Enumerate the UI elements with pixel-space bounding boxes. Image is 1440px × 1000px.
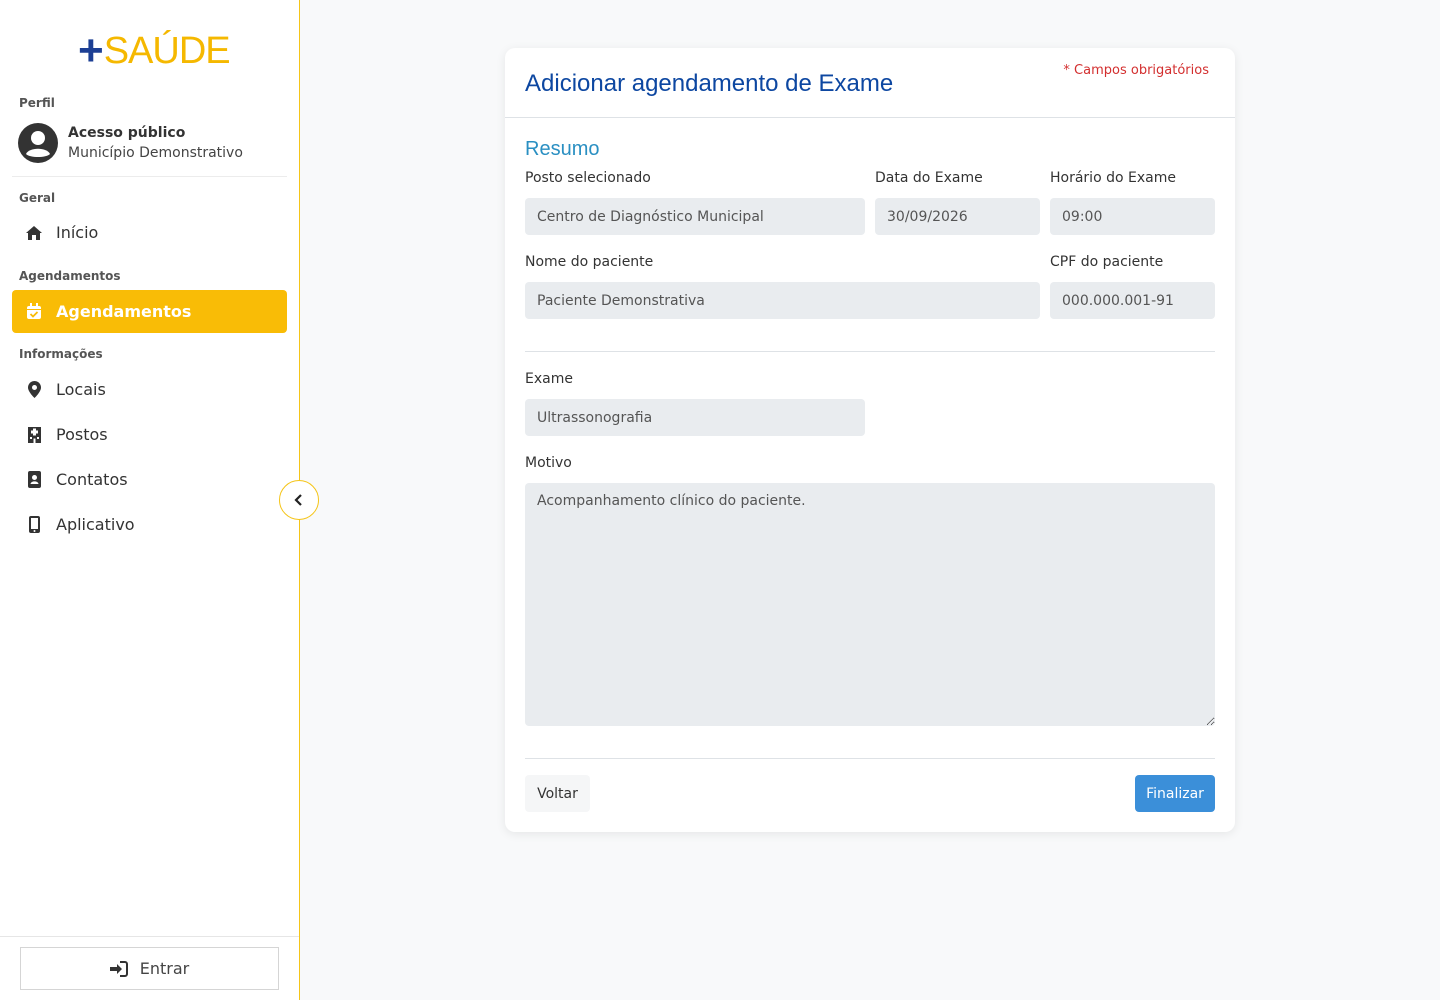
required-fields-note: * Campos obrigatórios bbox=[1063, 63, 1209, 78]
logo-plus: + bbox=[78, 26, 104, 75]
page-title: Adicionar agendamento de Exame bbox=[525, 70, 894, 97]
reason-textarea[interactable]: Acompanhamento clínico do paciente. bbox=[525, 483, 1215, 726]
posto-field[interactable]: Centro de Diagnóstico Municipal bbox=[525, 198, 865, 235]
patient-name-field[interactable]: Paciente Demonstrativa bbox=[525, 282, 1040, 319]
section-label-agendamentos: Agendamentos bbox=[19, 269, 121, 283]
reason-label: Motivo bbox=[525, 455, 572, 471]
exam-time-label: Horário do Exame bbox=[1050, 170, 1176, 186]
chevron-left-icon bbox=[294, 494, 302, 506]
app-logo[interactable]: + SAÚDE bbox=[78, 26, 231, 75]
summary-section-title: Resumo bbox=[525, 138, 600, 160]
sidebar-item-aplicativo[interactable]: Aplicativo bbox=[12, 503, 287, 546]
card-header-divider bbox=[505, 117, 1235, 118]
home-icon bbox=[24, 223, 44, 243]
appointment-form-card: Adicionar agendamento de Exame * Campos … bbox=[505, 48, 1235, 832]
contact-book-icon bbox=[24, 470, 44, 490]
profile-municipality: Município Demonstrativo bbox=[68, 145, 243, 161]
exam-label: Exame bbox=[525, 371, 573, 387]
sidebar-item-label: Postos bbox=[56, 425, 108, 444]
map-pin-icon bbox=[24, 380, 44, 400]
sidebar-item-label: Locais bbox=[56, 380, 106, 399]
sidebar-divider bbox=[12, 176, 287, 177]
sidebar: + SAÚDE Perfil Acesso público Município … bbox=[0, 0, 300, 1000]
sidebar-footer-divider bbox=[0, 936, 299, 937]
profile: Acesso público Município Demonstrativo bbox=[18, 123, 243, 163]
profile-name: Acesso público bbox=[68, 125, 186, 141]
exam-date-label: Data do Exame bbox=[875, 170, 983, 186]
sidebar-item-inicio[interactable]: Início bbox=[12, 211, 287, 254]
profile-section-label: Perfil bbox=[19, 96, 55, 110]
user-avatar-icon bbox=[18, 123, 58, 163]
sidebar-item-agendamentos[interactable]: Agendamentos bbox=[12, 290, 287, 333]
sidebar-item-label: Aplicativo bbox=[56, 515, 135, 534]
calendar-check-icon bbox=[24, 302, 44, 322]
sidebar-item-label: Contatos bbox=[56, 470, 128, 489]
sidebar-item-label: Início bbox=[56, 223, 99, 242]
collapse-sidebar-button[interactable] bbox=[279, 480, 319, 520]
login-label: Entrar bbox=[139, 959, 190, 978]
finish-button[interactable]: Finalizar bbox=[1135, 775, 1215, 812]
sidebar-item-label: Agendamentos bbox=[56, 302, 192, 321]
patient-cpf-field[interactable]: 000.000.001-91 bbox=[1050, 282, 1215, 319]
login-button[interactable]: Entrar bbox=[20, 947, 279, 990]
patient-cpf-label: CPF do paciente bbox=[1050, 254, 1164, 270]
posto-label: Posto selecionado bbox=[525, 170, 651, 186]
form-divider bbox=[525, 351, 1215, 352]
logo-name: SAÚDE bbox=[103, 30, 231, 72]
sign-in-icon bbox=[109, 960, 128, 977]
section-label-geral: Geral bbox=[19, 191, 56, 205]
patient-name-label: Nome do paciente bbox=[525, 254, 654, 270]
exam-field[interactable]: Ultrassonografia bbox=[525, 399, 865, 436]
footer-divider bbox=[525, 758, 1215, 759]
section-label-informacoes: Informações bbox=[19, 347, 103, 361]
sidebar-item-contatos[interactable]: Contatos bbox=[12, 458, 287, 501]
sidebar-item-postos[interactable]: Postos bbox=[12, 413, 287, 456]
back-button[interactable]: Voltar bbox=[525, 775, 590, 812]
hospital-icon bbox=[24, 425, 44, 445]
exam-time-field[interactable]: 09:00 bbox=[1050, 198, 1215, 235]
mobile-phone-icon bbox=[24, 515, 44, 535]
sidebar-item-locais[interactable]: Locais bbox=[12, 368, 287, 411]
exam-date-field[interactable]: 30/09/2026 bbox=[875, 198, 1040, 235]
